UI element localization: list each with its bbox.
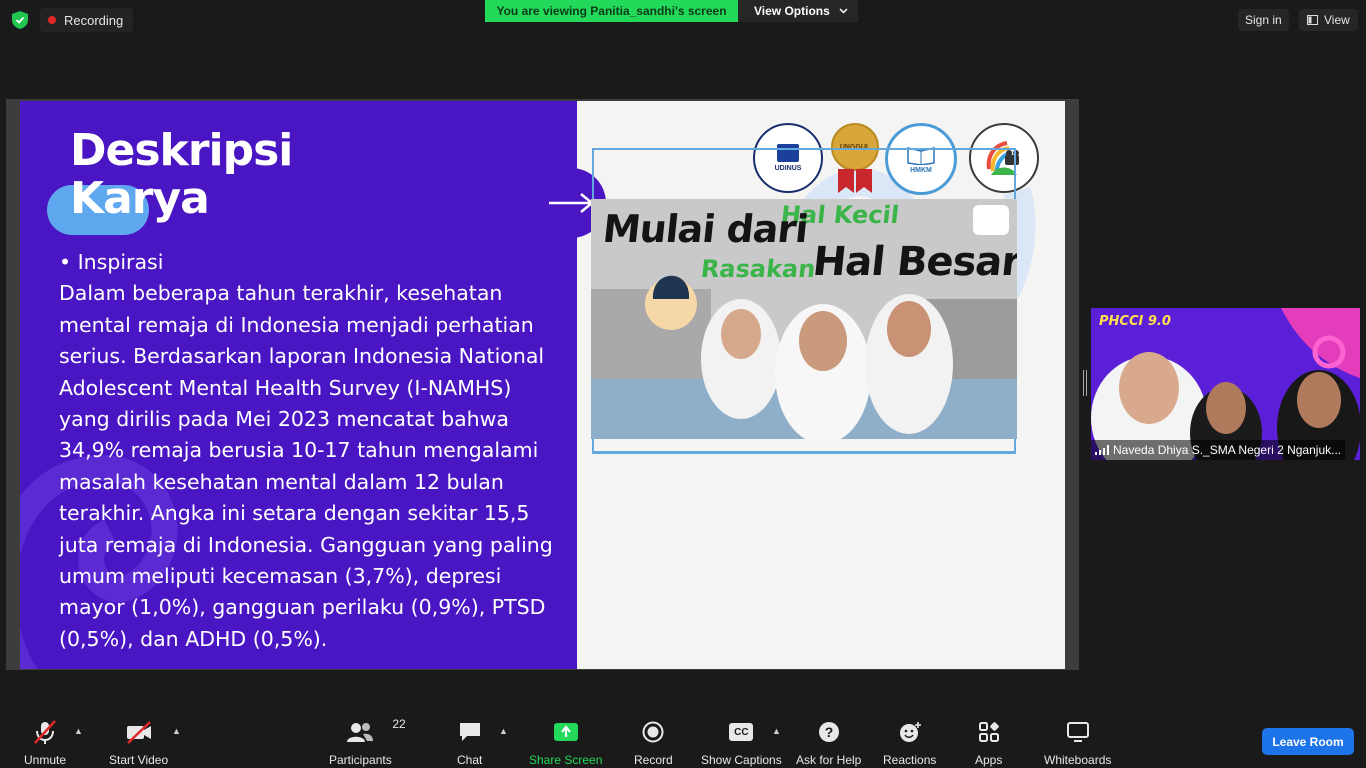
participants-icon: [347, 723, 374, 742]
top-bar: Recording You are viewing Panitia_sandhi…: [0, 0, 1366, 40]
whiteboard-icon: [1066, 722, 1089, 742]
start-video-label: Start Video: [109, 753, 169, 767]
whiteboards-button[interactable]: Whiteboards: [1044, 719, 1111, 767]
microphone-muted-icon: [34, 720, 56, 744]
slide-bullet: • Inspirasi: [59, 250, 164, 274]
participants-label: Participants: [329, 753, 392, 767]
participants-button[interactable]: 22 Participants: [329, 717, 406, 767]
viewing-screen-banner: You are viewing Panitia_sandhi's screen: [485, 0, 738, 22]
share-screen-button[interactable]: Share Screen: [529, 719, 602, 767]
view-layout-icon: [1307, 15, 1318, 25]
video-options-caret-icon[interactable]: ▲: [172, 726, 181, 736]
participants-count: 22: [392, 717, 406, 731]
view-label: View: [1324, 13, 1350, 27]
slide-paragraph: Dalam beberapa tahun terakhir, kesehatan…: [59, 281, 553, 651]
unmute-button[interactable]: Unmute: [24, 719, 66, 767]
poster-line3: Rasakan: [699, 255, 817, 283]
participant-banner-text: PHCCI 9.0: [1099, 314, 1171, 329]
sign-in-button[interactable]: Sign in: [1238, 9, 1289, 31]
share-screen-label: Share Screen: [529, 753, 603, 767]
audio-options-caret-icon[interactable]: ▲: [74, 726, 83, 736]
record-label: Record: [634, 753, 673, 767]
reactions-smiley-icon: [899, 722, 921, 742]
apps-label: Apps: [975, 753, 1003, 767]
chat-button[interactable]: Chat: [457, 719, 482, 767]
reactions-button[interactable]: Reactions: [883, 719, 936, 767]
ask-for-help-label: Ask for Help: [796, 753, 862, 767]
recording-indicator[interactable]: Recording: [40, 8, 134, 32]
show-captions-label: Show Captions: [701, 753, 782, 767]
record-button[interactable]: Record: [634, 719, 673, 767]
meeting-toolbar: Unmute ▲ Start Video ▲ 22 Participants C…: [0, 712, 1366, 768]
captions-options-caret-icon[interactable]: ▲: [772, 726, 781, 736]
chat-options-caret-icon[interactable]: ▲: [499, 726, 508, 736]
closed-captions-icon: CC: [729, 723, 754, 741]
apps-button[interactable]: Apps: [975, 719, 1002, 767]
unmute-label: Unmute: [24, 753, 67, 767]
slide-title: Deskripsi Karya: [70, 125, 293, 224]
poster-image: Hal Kecil Mulai dari Rasakan Hal Besar: [591, 199, 1017, 439]
video-camera-off-icon: [126, 721, 151, 744]
recording-label: Recording: [64, 12, 124, 28]
show-captions-button[interactable]: CC Show Captions: [701, 719, 782, 767]
signal-strength-icon: [1095, 445, 1109, 455]
participant-name-label: Naveda Dhiya S._SMA Negeri 2 Nganjuk...: [1091, 440, 1346, 460]
chevron-down-icon: [839, 8, 848, 14]
record-icon: [642, 721, 664, 743]
help-icon: ?: [818, 722, 839, 742]
participant-name: Naveda Dhiya S._SMA Negeri 2 Nganjuk...: [1113, 443, 1342, 457]
slide-body-text: • Inspirasi Dalam beberapa tahun terakhi…: [59, 247, 564, 655]
recording-dot-icon: [48, 16, 56, 24]
panel-resize-handle[interactable]: [1083, 370, 1087, 396]
security-shield-icon[interactable]: [12, 11, 28, 29]
ask-for-help-button[interactable]: ? Ask for Help: [796, 719, 861, 767]
chat-label: Chat: [457, 753, 483, 767]
reactions-label: Reactions: [883, 753, 937, 767]
share-screen-icon: [553, 723, 578, 741]
svg-text:?: ?: [824, 724, 833, 740]
view-options-label: View Options: [754, 4, 830, 18]
apps-icon: [978, 722, 999, 742]
start-video-button[interactable]: Start Video: [109, 719, 168, 767]
slide-title-line1: Deskripsi: [70, 125, 293, 176]
slide-title-line2: Karya: [70, 173, 210, 224]
poster-corner-logo-icon: [973, 205, 1009, 235]
participant-video-tile[interactable]: PHCCI 9.0 Naveda Dhiya S._SMA Negeri 2 N…: [1091, 308, 1360, 460]
chat-bubble-icon: [459, 723, 480, 741]
poster-line4: Hal Besar: [810, 239, 1017, 285]
poster-line1: Mulai dari: [600, 207, 810, 251]
leave-room-button[interactable]: Leave Room: [1262, 728, 1354, 755]
view-options-button[interactable]: View Options: [738, 0, 858, 22]
whiteboards-label: Whiteboards: [1044, 753, 1112, 767]
slide-left-panel: Deskripsi Karya • Inspirasi Dalam bebera…: [20, 101, 577, 669]
participant-video-feed: [1091, 308, 1360, 460]
arrow-right-icon: [549, 193, 594, 213]
view-button[interactable]: View: [1299, 9, 1358, 31]
